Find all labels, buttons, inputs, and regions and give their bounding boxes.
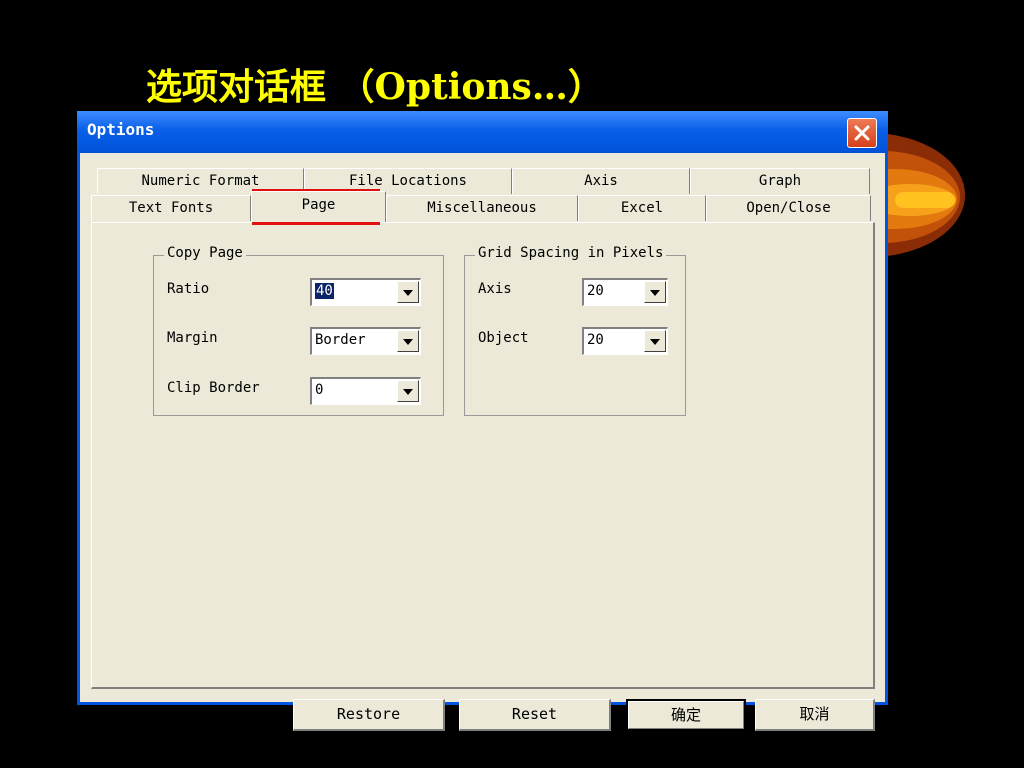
restore-button[interactable]: Restore [293, 699, 445, 731]
ok-button[interactable]: 确定 [626, 699, 746, 731]
tab-open-close[interactable]: Open/Close [706, 195, 871, 221]
chevron-down-icon[interactable] [397, 281, 419, 303]
clip-border-label: Clip Border [167, 380, 260, 396]
tab-axis[interactable]: Axis [512, 168, 690, 194]
tab-page[interactable]: Page [251, 191, 386, 222]
object-value: 20 [587, 332, 604, 348]
axis-label: Axis [478, 281, 512, 297]
ratio-value: 40 [315, 283, 334, 299]
dialog-title: Options [87, 120, 155, 139]
tab-excel[interactable]: Excel [578, 195, 706, 221]
object-label: Object [478, 330, 529, 346]
slide-title: 选项对话框 （Options…） [146, 66, 604, 108]
clip-border-combobox[interactable]: 0 [310, 377, 421, 405]
ratio-label: Ratio [167, 281, 210, 297]
chevron-down-icon[interactable] [644, 281, 666, 303]
reset-button[interactable]: Reset [459, 699, 611, 731]
margin-value: Border [315, 332, 366, 348]
close-icon [854, 125, 870, 141]
grid-spacing-legend: Grid Spacing in Pixels [475, 245, 667, 261]
chevron-down-icon[interactable] [397, 380, 419, 402]
close-button[interactable] [847, 118, 877, 148]
cancel-button[interactable]: 取消 [755, 699, 875, 731]
axis-value: 20 [587, 283, 604, 299]
tab-panel-page: Copy Page Ratio 40 Margin Border Clip Bo… [91, 222, 875, 689]
dialog-client-area: Numeric Format File Locations Axis Graph… [80, 153, 885, 731]
margin-label: Margin [167, 330, 218, 346]
dialog-titlebar[interactable]: Options [77, 111, 888, 153]
tab-text-fonts[interactable]: Text Fonts [91, 195, 251, 221]
copy-page-group: Copy Page Ratio 40 Margin Border Clip Bo… [153, 245, 444, 416]
tab-miscellaneous[interactable]: Miscellaneous [386, 195, 578, 221]
chevron-down-icon[interactable] [397, 330, 419, 352]
grid-spacing-group: Grid Spacing in Pixels Axis 20 Object 20 [464, 245, 686, 416]
ok-button-label: 确定 [670, 706, 701, 724]
chevron-down-icon[interactable] [644, 330, 666, 352]
ratio-combobox[interactable]: 40 [310, 278, 421, 306]
clip-border-value: 0 [315, 382, 324, 398]
axis-combobox[interactable]: 20 [582, 278, 668, 306]
copy-page-legend: Copy Page [164, 245, 246, 261]
object-combobox[interactable]: 20 [582, 327, 668, 355]
margin-combobox[interactable]: Border [310, 327, 421, 355]
options-dialog: Options Numeric Format File Locations Ax… [77, 111, 888, 731]
tab-graph[interactable]: Graph [690, 168, 870, 194]
